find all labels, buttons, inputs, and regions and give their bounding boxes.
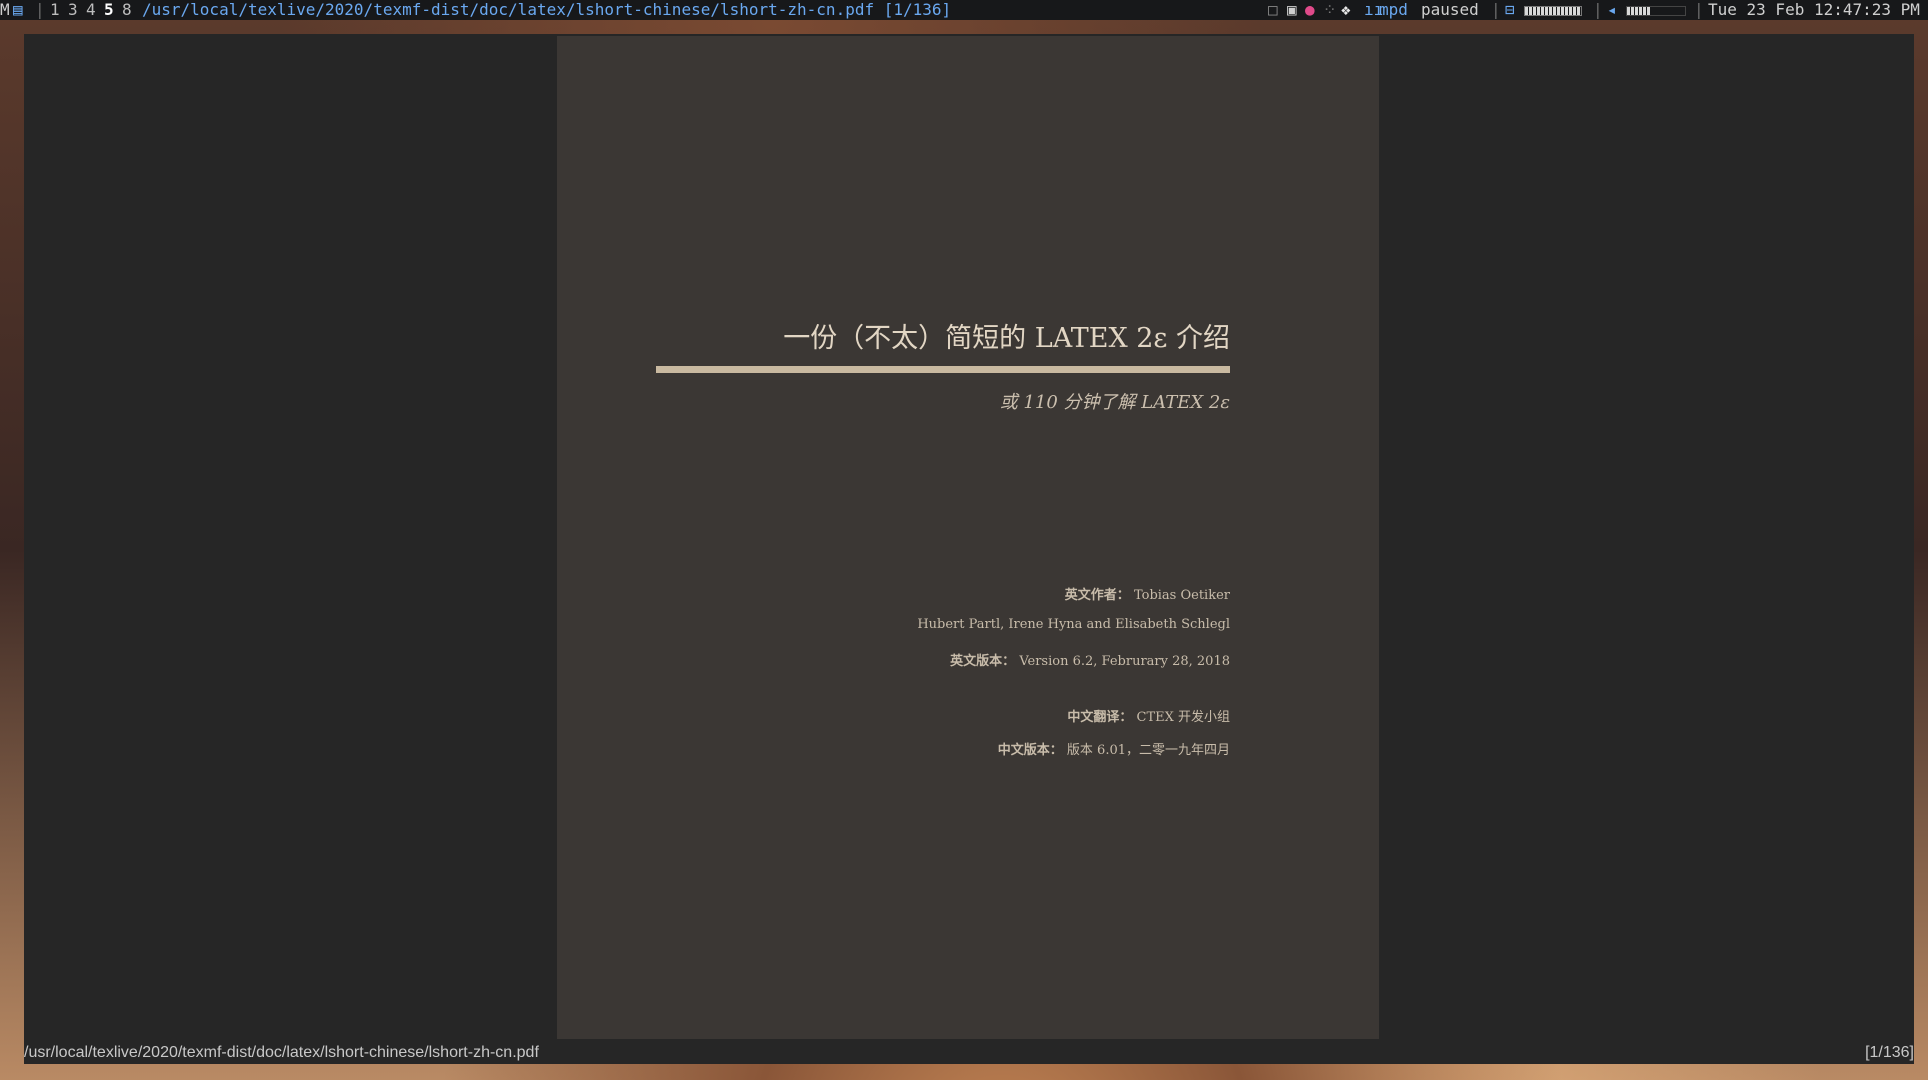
battery-icon: ⊟ xyxy=(1505,0,1515,19)
workspace-3[interactable]: 3 xyxy=(68,0,78,20)
translation-line: 中文翻译： CTEX 开发小组 xyxy=(1067,706,1230,725)
workspace-4[interactable]: 4 xyxy=(86,0,96,20)
page-indicator: [1/136] xyxy=(1865,1044,1914,1061)
volume-meter[interactable] xyxy=(1626,6,1686,16)
top-status-bar: M ▤ | 1 3 4 5 8 /usr/local/texlive/2020/… xyxy=(0,0,1928,20)
dropbox-icon[interactable]: ❖ xyxy=(1341,0,1351,20)
version-line: 英文版本： Version 6.2, Februrary 28, 2018 xyxy=(950,650,1230,669)
separator: | xyxy=(1694,0,1704,19)
coauthors-line: Hubert Partl, Irene Hyna and Elisabeth S… xyxy=(917,617,1230,632)
viewer-statusbar: /usr/local/texlive/2020/texmf-dist/doc/l… xyxy=(24,1042,1914,1064)
tray-grid-icon[interactable]: ⁘ xyxy=(1323,0,1336,20)
window-title: /usr/local/texlive/2020/texmf-dist/doc/l… xyxy=(142,0,952,19)
workspace-8[interactable]: 8 xyxy=(122,0,132,20)
layout-icon: ▤ xyxy=(13,0,23,19)
workspace-5[interactable]: 5 xyxy=(104,0,114,20)
document-title: 一份（不太）简短的 LATEX 2ε 介绍 xyxy=(783,323,1230,354)
version-label: 英文版本： xyxy=(950,654,1016,669)
workspace-1[interactable]: 1 xyxy=(50,0,60,20)
author-label: 英文作者： xyxy=(1064,588,1130,603)
separator: | xyxy=(1593,0,1603,19)
pdf-viewer-window[interactable]: 一份（不太）简短的 LATEX 2ε 介绍 或 110 分钟了解 LATEX 2… xyxy=(24,34,1914,1064)
pdf-page[interactable]: 一份（不太）简短的 LATEX 2ε 介绍 或 110 分钟了解 LATEX 2… xyxy=(557,36,1379,1039)
layout-indicator[interactable]: M xyxy=(0,0,10,20)
file-path: /usr/local/texlive/2020/texmf-dist/doc/l… xyxy=(24,1044,539,1061)
author-line: 英文作者： Tobias Oetiker xyxy=(1065,584,1230,603)
cn-version-line: 中文版本： 版本 6.01，二零一九年四月 xyxy=(998,739,1230,758)
cn-version-label: 中文版本： xyxy=(997,743,1063,758)
cn-version-value: 版本 6.01，二零一九年四月 xyxy=(1066,743,1230,758)
title-rule xyxy=(656,366,1230,373)
separator: | xyxy=(35,0,45,19)
translation-value: CTEX 开发小组 xyxy=(1136,710,1231,725)
separator: | xyxy=(1491,0,1501,19)
tray-window-icon[interactable]: □ xyxy=(1268,0,1278,20)
document-subtitle: 或 110 分钟了解 LATEX 2ε xyxy=(999,392,1230,413)
volume-fill xyxy=(1627,7,1651,15)
translation-label: 中文翻译： xyxy=(1067,710,1133,725)
battery-meter xyxy=(1524,6,1582,16)
tray-app-icon[interactable]: ▣ xyxy=(1287,0,1297,20)
clock: Tue 23 Feb 12:47:23 PM xyxy=(1708,0,1920,19)
mpd-status: paused xyxy=(1421,0,1479,19)
volume-icon[interactable]: ◂ xyxy=(1607,0,1617,20)
author-value: Tobias Oetiker xyxy=(1133,588,1230,603)
mpd-label[interactable]: mpd xyxy=(1379,0,1408,20)
version-value: Version 6.2, Februrary 28, 2018 xyxy=(1019,654,1230,669)
tray-firefox-icon[interactable]: ● xyxy=(1305,0,1315,20)
battery-fill xyxy=(1525,7,1581,15)
